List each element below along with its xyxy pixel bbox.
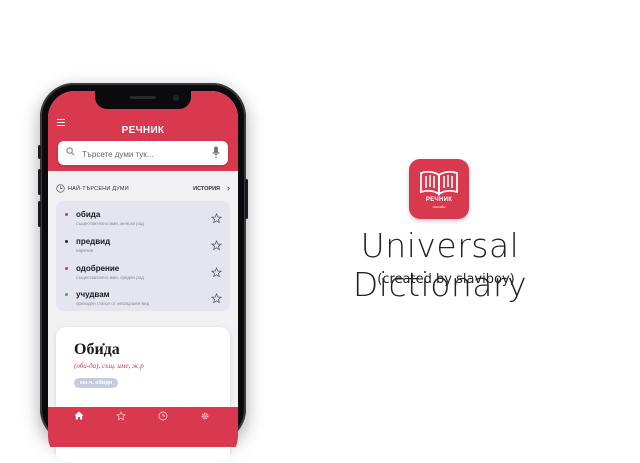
status-dot	[65, 267, 68, 270]
star-icon[interactable]	[211, 267, 222, 278]
phone-power-button	[245, 179, 248, 219]
clock-icon	[56, 184, 65, 193]
star-icon[interactable]	[211, 213, 222, 224]
chevron-right-icon[interactable]: ›	[227, 183, 230, 193]
home-icon[interactable]	[74, 411, 84, 420]
search-icon	[66, 147, 75, 156]
card-word: Оби̇да	[74, 341, 120, 358]
star-icon[interactable]	[211, 240, 222, 251]
list-item-word: обида	[76, 210, 101, 219]
app-credit: (created by slaviboy)	[377, 272, 515, 287]
star-icon[interactable]	[211, 293, 222, 304]
history-link[interactable]: ИСТОРИЯ	[193, 186, 220, 192]
list-item[interactable]: предвид наречие	[56, 234, 230, 260]
app-icon-sublabel: ОНЛАЙН	[432, 205, 446, 209]
speaker-grill	[130, 96, 156, 99]
status-dot	[65, 240, 68, 243]
list-item-word: предвид	[76, 237, 111, 246]
status-dot	[65, 213, 68, 216]
list-item[interactable]: учудвам преходен глагол от несвършен вид	[56, 287, 230, 313]
status-dot	[65, 293, 68, 296]
list-item[interactable]: одобрение съществително име, среден род	[56, 261, 230, 287]
phone-volume-down	[38, 201, 41, 227]
app-icon-label: РЕЧНИК	[425, 197, 453, 203]
front-camera	[173, 95, 179, 101]
search-input[interactable]	[80, 145, 194, 163]
app-title: Universal Dictionary	[352, 226, 528, 304]
list-item-description: наречие	[76, 248, 94, 253]
recent-words-bar: НАЙ-ТЪРСЕНИ ДУМИ ИСТОРИЯ ›	[48, 181, 238, 197]
most-searched-label: НАЙ-ТЪРСЕНИ ДУМИ	[68, 186, 129, 192]
list-item-description: съществително име, среден род	[76, 275, 144, 280]
header-title: РЕЧНИК	[121, 125, 165, 136]
phone-volume-up	[38, 169, 41, 195]
phone-screen: РЕЧНИК НАЙ-ТЪРСЕНИ ДУМИ ИСТОРИЯ	[48, 91, 238, 463]
list-item-word: учудвам	[76, 290, 110, 299]
card-grammar: (оби-да), същ. име, ж.р	[74, 362, 144, 370]
bottom-tab-bar	[48, 407, 238, 447]
list-item-description: съществително име, женски род	[76, 221, 144, 226]
list-item-description: преходен глагол от несвършен вид	[76, 301, 150, 306]
app-icon: РЕЧНИК ОНЛАЙН	[409, 159, 469, 219]
plural-tag: мн.ч. обиди	[74, 378, 119, 388]
phone-silent-switch	[38, 145, 41, 159]
search-bar[interactable]	[58, 141, 228, 165]
list-item[interactable]: обида съществително име, женски род	[56, 207, 230, 233]
word-list: обида съществително име, женски род пред…	[56, 201, 230, 311]
list-item-word: одобрение	[76, 264, 120, 273]
microphone-icon[interactable]	[212, 146, 220, 159]
open-book-icon	[420, 170, 458, 196]
phone-mockup: РЕЧНИК НАЙ-ТЪРСЕНИ ДУМИ ИСТОРИЯ	[38, 83, 248, 463]
phone-notch	[95, 91, 191, 109]
